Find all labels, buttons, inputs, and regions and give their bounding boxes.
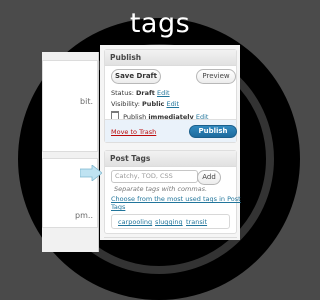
editor-text-fragment-lower: pm.. — [75, 211, 93, 220]
status-value: Draft — [135, 89, 155, 97]
post-tags-title: Post Tags — [105, 151, 236, 167]
tags-hint: Separate tags with commas. — [114, 185, 208, 193]
publish-box-title: Publish — [105, 50, 236, 66]
publish-button[interactable]: Publish — [189, 125, 237, 138]
status-label: Status: — [111, 89, 134, 97]
visibility-label: Visibility: — [111, 100, 140, 108]
tag-cloud-item[interactable]: slugging — [155, 218, 183, 226]
tag-cloud: carpooling slugging transit — [111, 214, 230, 229]
slide-title: tags — [129, 8, 191, 39]
sidebar-meta-boxes: Publish Save Draft Preview Status: Draft… — [100, 45, 241, 241]
arrow-right-icon — [80, 165, 102, 181]
editor-text-fragment: bit. — [80, 97, 93, 106]
move-to-trash-link[interactable]: Move to Trash — [111, 128, 156, 136]
post-tags-box: Post Tags Catchy, TOD, CSS Add Separate … — [104, 150, 241, 234]
publish-box-footer: Move to Trash Publish — [105, 119, 237, 142]
status-edit-link[interactable]: Edit — [157, 89, 170, 97]
most-used-tags-link-line2[interactable]: Tags — [111, 203, 125, 211]
add-tag-button[interactable]: Add — [197, 170, 221, 185]
visibility-value: Public — [142, 100, 165, 108]
tags-input[interactable]: Catchy, TOD, CSS — [111, 170, 198, 183]
editor-area: bit. — [42, 60, 98, 152]
tag-cloud-item[interactable]: transit — [186, 218, 207, 226]
publish-box: Publish Save Draft Preview Status: Draft… — [104, 49, 237, 143]
status-row: Status: Draft Edit — [111, 89, 170, 97]
next-box-edge — [104, 237, 237, 241]
most-used-tags-link[interactable]: Choose from the most used tags in Post — [111, 195, 241, 203]
preview-button[interactable]: Preview — [196, 69, 236, 84]
save-draft-button[interactable]: Save Draft — [111, 69, 161, 84]
visibility-edit-link[interactable]: Edit — [166, 100, 179, 108]
visibility-row: Visibility: Public Edit — [111, 100, 179, 108]
left-editor-panel: bit. pm.. — [42, 52, 99, 252]
tag-cloud-item[interactable]: carpooling — [118, 218, 152, 226]
